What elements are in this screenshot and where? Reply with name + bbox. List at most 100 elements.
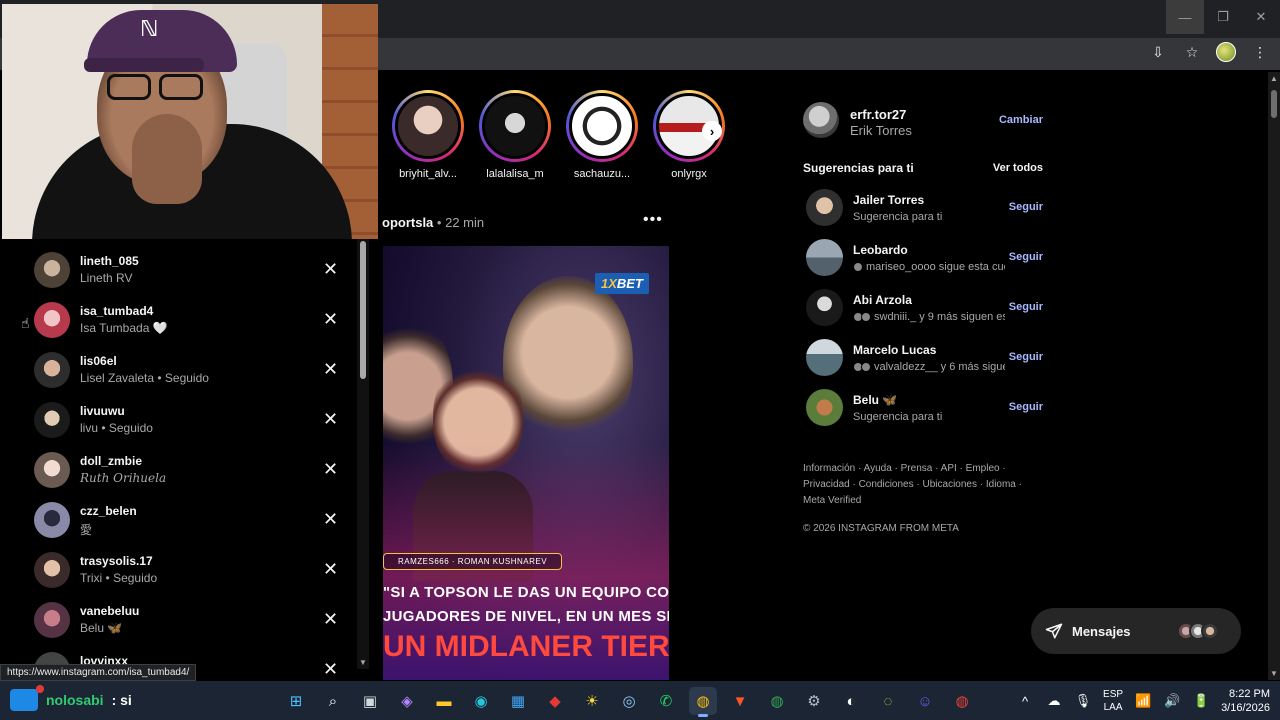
- close-icon[interactable]: ✕: [323, 310, 338, 328]
- brave-icon[interactable]: ▼: [726, 687, 754, 715]
- close-icon[interactable]: ✕: [323, 460, 338, 478]
- suggestion-name[interactable]: Abi Arzola: [853, 293, 912, 307]
- tray-chevron-icon[interactable]: ^: [1016, 694, 1034, 709]
- scrollbar-thumb[interactable]: [1271, 90, 1277, 118]
- volume-icon[interactable]: 🔊: [1163, 693, 1181, 709]
- switch-account-link[interactable]: Cambiar: [999, 114, 1043, 126]
- task-view-icon[interactable]: ▣: [356, 687, 384, 715]
- stories-next-icon[interactable]: ›: [702, 121, 722, 141]
- obs-icon[interactable]: ◐: [837, 687, 865, 715]
- scrollbar-thumb[interactable]: [360, 241, 366, 379]
- close-icon[interactable]: ✕: [323, 510, 338, 528]
- sun-app-icon[interactable]: ☀: [578, 687, 606, 715]
- result-username: lis06el: [80, 354, 117, 368]
- edge-icon[interactable]: ◉: [467, 687, 495, 715]
- follow-button[interactable]: Seguir: [1009, 201, 1043, 213]
- close-icon[interactable]: ✕: [323, 560, 338, 578]
- post-image[interactable]: 1XBET RAMZES666 · ROMAN KUSHNAREV "SI A …: [383, 246, 669, 680]
- cap-logo: ℕ: [140, 16, 159, 41]
- footer-links[interactable]: Información · Ayuda · Prensa · API · Emp…: [803, 461, 1033, 509]
- post-username[interactable]: oportsla: [382, 215, 433, 230]
- close-icon[interactable]: ✕: [323, 410, 338, 428]
- whatsapp-icon[interactable]: ✆: [652, 687, 680, 715]
- avatar[interactable]: [806, 389, 843, 426]
- messages-button[interactable]: Mensajes: [1031, 608, 1241, 654]
- minimize-button[interactable]: —: [1166, 0, 1204, 34]
- file-explorer-icon[interactable]: ▬: [430, 687, 458, 715]
- windows-start-icon[interactable]: ⊞: [282, 687, 310, 715]
- store-icon[interactable]: ▦: [504, 687, 532, 715]
- browser-menu-icon[interactable]: ⋮: [1250, 42, 1270, 62]
- suggestion-name[interactable]: Belu 🦋: [853, 393, 897, 407]
- list-item[interactable]: czz_belen 愛 ✕: [34, 500, 344, 540]
- search-panel-scrollbar[interactable]: ▼: [357, 239, 369, 669]
- red-app-icon[interactable]: ◆: [541, 687, 569, 715]
- close-icon[interactable]: ✕: [323, 360, 338, 378]
- result-username: lineth_085: [80, 254, 139, 268]
- battery-icon[interactable]: 🔋: [1192, 693, 1210, 709]
- mutual-avatar: [853, 262, 863, 272]
- scroll-down-icon[interactable]: ▼: [1270, 669, 1278, 678]
- result-username: doll_zmbie: [80, 454, 143, 468]
- current-username[interactable]: erfr.tor27: [850, 107, 906, 122]
- list-item[interactable]: isa_tumbad4 Isa Tumbada 🤍 ✕: [34, 300, 344, 340]
- wifi-icon[interactable]: 📶: [1134, 693, 1152, 709]
- avatar[interactable]: [803, 102, 839, 138]
- restore-button[interactable]: ❐: [1204, 0, 1242, 34]
- headline-line-3: UN MIDLANER TIER 1": [383, 630, 669, 663]
- scroll-down-icon[interactable]: ▼: [359, 658, 367, 667]
- suggestion-name[interactable]: Marcelo Lucas: [853, 343, 936, 357]
- list-item[interactable]: trasysolis.17 Trixi • Seguido ✕: [34, 550, 344, 590]
- install-app-icon[interactable]: ⇩: [1148, 42, 1168, 62]
- close-icon[interactable]: ✕: [323, 660, 338, 678]
- microphone-icon[interactable]: 🎙: [1074, 693, 1092, 709]
- see-all-link[interactable]: Ver todos: [993, 162, 1043, 174]
- story-item[interactable]: briyhit_alv...: [392, 90, 464, 180]
- search-icon[interactable]: ⌕: [319, 687, 347, 715]
- discord-icon[interactable]: ☺: [911, 687, 939, 715]
- page-scrollbar[interactable]: ▲ ▼: [1268, 72, 1280, 680]
- chrome-alt-icon[interactable]: ◍: [948, 687, 976, 715]
- list-item[interactable]: vanebeluu Belu 🦋 ✕: [34, 600, 344, 640]
- list-item[interactable]: doll_zmbie Ruth Orihuela ✕: [34, 450, 344, 490]
- settings-icon[interactable]: ⚙: [800, 687, 828, 715]
- clock[interactable]: 8:22 PM 3/16/2026: [1221, 687, 1270, 715]
- chrome-icon[interactable]: ◍: [689, 687, 717, 717]
- copilot-icon[interactable]: ◈: [393, 687, 421, 715]
- bookmark-star-icon[interactable]: ☆: [1182, 42, 1202, 62]
- suggestion-reason: mariseo_oooo sigue esta cuenta: [853, 261, 1005, 273]
- system-tray: ^ ☁ 🎙 ESP LAA 📶 🔊 🔋 8:22 PM 3/16/2026: [1016, 687, 1270, 715]
- result-subtitle: 愛: [80, 523, 93, 537]
- suggestion-reason: Sugerencia para ti: [853, 211, 943, 223]
- avatar[interactable]: [806, 189, 843, 226]
- avatar[interactable]: [806, 339, 843, 376]
- chat-widget: nolosabi : si: [10, 685, 132, 711]
- follow-button[interactable]: Seguir: [1009, 401, 1043, 413]
- story-item[interactable]: lalalalisa_m: [479, 90, 551, 180]
- list-item[interactable]: lineth_085 Lineth RV ✕: [34, 250, 344, 290]
- chrome-profile-icon[interactable]: ◍: [763, 687, 791, 715]
- scroll-up-icon[interactable]: ▲: [1270, 74, 1278, 83]
- cam-hand: [132, 114, 202, 204]
- story-item[interactable]: sachauzu...: [566, 90, 638, 180]
- close-icon[interactable]: ✕: [323, 610, 338, 628]
- chat-app-icon[interactable]: [10, 685, 44, 711]
- list-item[interactable]: lis06el Lisel Zavaleta • Seguido ✕: [34, 350, 344, 390]
- avatar[interactable]: [806, 289, 843, 326]
- suggestion-name[interactable]: Jailer Torres: [853, 193, 924, 207]
- close-icon[interactable]: ✕: [323, 260, 338, 278]
- suggestion-name[interactable]: Leobardo: [853, 243, 908, 257]
- close-window-button[interactable]: ✕: [1242, 0, 1280, 34]
- follow-button[interactable]: Seguir: [1009, 351, 1043, 363]
- follow-button[interactable]: Seguir: [1009, 251, 1043, 263]
- webcam-overlay: ℕ: [2, 4, 378, 239]
- list-item[interactable]: livuuwu livu • Seguido ✕: [34, 400, 344, 440]
- follow-button[interactable]: Seguir: [1009, 301, 1043, 313]
- profile-avatar-icon[interactable]: [1216, 42, 1236, 62]
- steam-icon[interactable]: ◎: [615, 687, 643, 715]
- globe-app-icon[interactable]: ◌: [874, 687, 902, 715]
- post-options-icon[interactable]: •••: [643, 211, 663, 229]
- avatar[interactable]: [806, 239, 843, 276]
- language-indicator[interactable]: ESP LAA: [1103, 688, 1123, 714]
- onedrive-cloud-icon[interactable]: ☁: [1045, 693, 1063, 709]
